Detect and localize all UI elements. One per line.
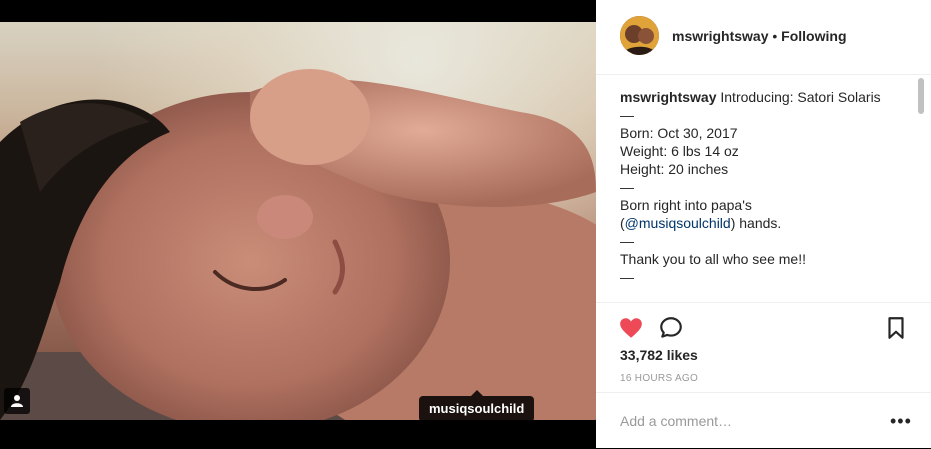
media-bottom-strip — [0, 420, 596, 448]
caption-line: Thank you to all who see me!! — [620, 251, 806, 267]
comment-icon[interactable] — [658, 315, 684, 341]
header-separator: • — [768, 28, 782, 44]
comment-bar: Add a comment… ••• — [596, 392, 931, 449]
caption-username[interactable]: mswrightsway — [620, 89, 716, 105]
tagged-user-label[interactable]: musiqsoulchild — [419, 390, 535, 422]
media-pane: musiqsoulchild — [0, 0, 596, 448]
bookmark-icon[interactable] — [883, 315, 909, 341]
caption-mention-line: (@musiqsoulchild) hands. — [620, 214, 912, 232]
caption-text: Introducing: Satori Solaris — [716, 89, 881, 105]
baby-photo-illustration — [0, 69, 596, 420]
post-timestamp[interactable]: 16 HOURS AGO — [620, 373, 698, 384]
caption-line: Born: Oct 30, 2017 — [620, 125, 738, 141]
post-header: mswrightsway • Following — [596, 0, 931, 75]
caption-line: — — [620, 233, 634, 249]
likes-count[interactable]: 33,782 likes — [620, 347, 698, 363]
instagram-post-modal: musiqsoulchild mswrightsway • Following … — [0, 0, 931, 448]
comment-input[interactable]: Add a comment… — [620, 413, 732, 429]
action-bar — [596, 302, 931, 351]
scrollbar-thumb[interactable] — [918, 78, 924, 114]
caption-scrollbar[interactable] — [916, 76, 926, 302]
avatar[interactable] — [620, 16, 659, 55]
header-username[interactable]: mswrightsway — [672, 28, 768, 44]
user-tag-icon[interactable] — [4, 388, 30, 414]
following-button[interactable]: Following — [781, 28, 846, 44]
post-sidebar: mswrightsway • Following mswrightsway In… — [596, 0, 931, 448]
post-photo[interactable] — [0, 22, 596, 420]
mention-link[interactable]: @musiqsoulchild — [625, 215, 731, 231]
caption-line: — — [620, 107, 634, 123]
more-icon[interactable]: ••• — [890, 411, 912, 432]
header-text: mswrightsway • Following — [672, 28, 847, 44]
caption-line: — — [620, 269, 634, 285]
mention-suffix: ) hands. — [730, 215, 782, 231]
caption: mswrightsway Introducing: Satori Solaris… — [620, 88, 912, 300]
caption-line: Height: 20 inches — [620, 161, 729, 177]
caption-line-1: mswrightsway Introducing: Satori Solaris — [620, 88, 912, 106]
caption-line: — — [620, 179, 634, 195]
heart-icon[interactable] — [618, 315, 644, 341]
caption-line: Weight: 6 lbs 14 oz — [620, 143, 739, 159]
caption-line: Born right into papa's — [620, 197, 752, 213]
